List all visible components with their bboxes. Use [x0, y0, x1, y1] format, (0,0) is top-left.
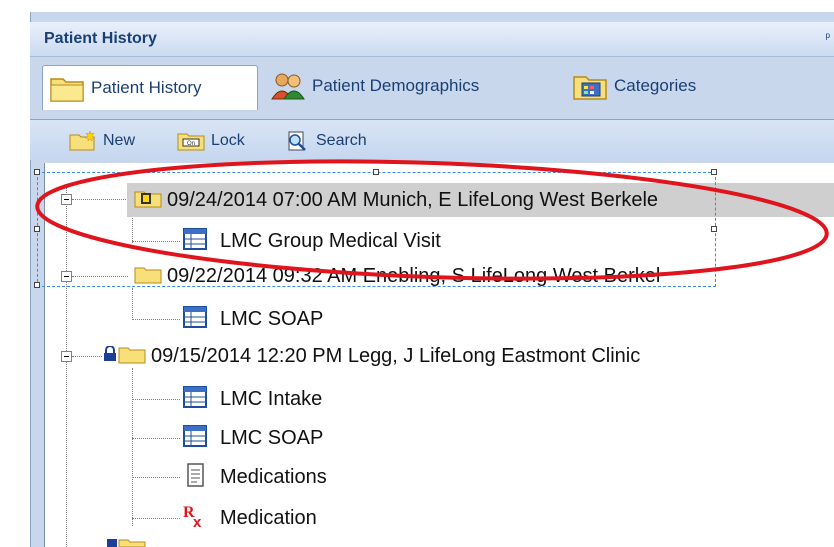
annotation-ellipse — [35, 159, 829, 281]
